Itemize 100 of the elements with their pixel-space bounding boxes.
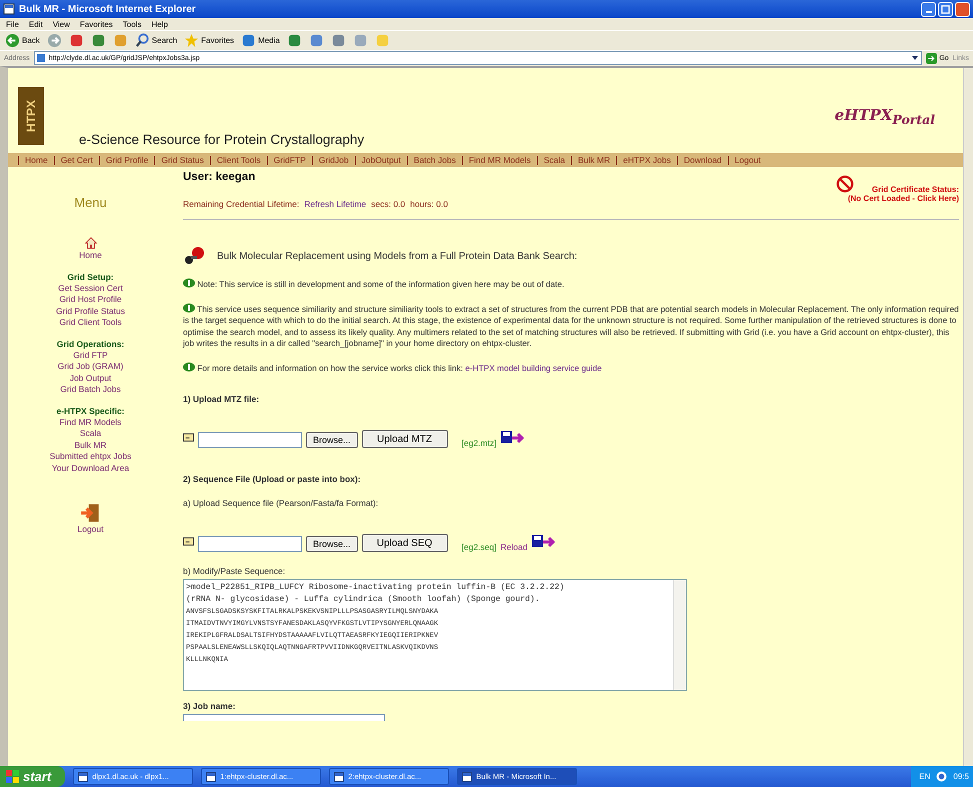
window-icon	[78, 772, 88, 782]
sidebar-link[interactable]: Scala	[80, 428, 102, 440]
sidebar-link[interactable]: Logout	[78, 524, 104, 536]
sidebar-link[interactable]: Job Output	[70, 372, 112, 384]
info-icon	[183, 302, 195, 312]
reload-link[interactable]: Reload	[500, 542, 528, 552]
toolbar-icon	[374, 33, 390, 48]
door-icon[interactable]	[80, 502, 102, 524]
menu-item[interactable]: Edit	[28, 20, 43, 28]
menu-item[interactable]: Tools	[122, 20, 142, 28]
menu-item[interactable]: File	[6, 20, 19, 28]
nav-link[interactable]: Client Tools	[216, 155, 261, 165]
window-title: Bulk MR - Microsoft Internet Explorer	[19, 4, 197, 14]
job-name-field[interactable]	[183, 714, 385, 721]
menu-item[interactable]: View	[52, 20, 70, 28]
windows-logo-icon	[6, 770, 19, 783]
toolbar-icon	[112, 33, 128, 48]
sidebar-link[interactable]: Grid Profile Status	[56, 306, 125, 317]
seconds-value: secs: 0.0	[371, 199, 406, 209]
maximize-icon	[941, 4, 950, 14]
nav-link[interactable]: Grid Profile	[106, 155, 148, 165]
sidebar-link[interactable]: Get Session Cert	[58, 282, 123, 294]
search-button[interactable]: Search	[134, 33, 178, 48]
menu-item[interactable]: Favorites	[80, 20, 113, 28]
window-icon	[206, 772, 216, 782]
toolbar-icon	[68, 33, 84, 48]
sidebar-link[interactable]: Grid FTP	[73, 350, 108, 361]
start-button[interactable]: start	[0, 766, 66, 787]
hours-value: hours: 0.0	[410, 199, 448, 209]
section-heading: 2) Sequence File (Upload or paste into box):	[183, 474, 362, 484]
disk-arrow-icon[interactable]	[531, 534, 556, 550]
favorites-button[interactable]: Favorites	[183, 33, 236, 48]
maximize-button[interactable]	[938, 2, 953, 16]
nav-link[interactable]: eHTPX Jobs	[623, 155, 671, 165]
minimize-icon	[926, 11, 932, 13]
sidebar-link[interactable]: Your Download Area	[52, 462, 130, 474]
paste-label: b) Modify/Paste Sequence:	[183, 566, 286, 576]
sidebar-link[interactable]: Submitted ehtpx Jobs	[50, 451, 132, 462]
house-icon[interactable]	[84, 236, 98, 250]
nav-link[interactable]: Home	[25, 155, 48, 165]
back-button[interactable]: Back	[4, 33, 41, 48]
window-icon	[334, 772, 344, 782]
example-link[interactable]: [eg2.seq]	[462, 542, 496, 552]
section-heading: 1) Upload MTZ file:	[183, 394, 260, 404]
section-heading: 3) Job name:	[183, 701, 236, 711]
info-note: Note: This service is still in development and some of the information given here may be out of date.	[183, 278, 959, 290]
close-button[interactable]	[955, 2, 970, 16]
sequence-line: >model_P22851_RIPB_LUFCY Ribosome-inactivating protein luffin-B (EC 3.2.2.22)	[186, 582, 566, 594]
htpx-logo: HTPX	[18, 87, 44, 145]
file-path-field[interactable]	[198, 432, 302, 448]
sidebar-link[interactable]: Grid Client Tools	[59, 317, 122, 328]
nav-link[interactable]: Bulk MR	[578, 155, 610, 165]
nav-link[interactable]: GridFTP	[274, 155, 306, 165]
sidebar-heading: Grid Setup:	[67, 270, 114, 282]
scrollbar[interactable]	[673, 580, 686, 690]
nav-link[interactable]: Download	[684, 155, 722, 165]
toolbar-icon	[286, 33, 302, 48]
forward-button[interactable]	[46, 33, 63, 48]
sidebar-link[interactable]: Home	[79, 250, 102, 262]
clock: 09:5	[953, 772, 969, 781]
info-note: This service uses sequence similiarity and structure similiarity tools to extract a set of structures from the current PDB that are potential search models in Molecular Replacement. The only information required is the target sequence with which to do the initial search. At this stage, the existence of experimental data for the unknown structure is not required. Some further manipulation of the retrieved structures is done to optimise the search model, and to assess its likely quality. Any multimers related to the set of matching structures will also be retrieved. If submitting with Grid (i.e. you have a Grid account on ehtpx-cluster), this job writes the results in a dir called "search_[jobname]" in your home directory on ehtpx-cluster.	[183, 302, 959, 350]
info-note: For more details and information on how the service works click this link: e-HTPX model building service guide	[183, 362, 959, 374]
nav-link[interactable]: Scala	[544, 155, 565, 165]
info-icon	[183, 362, 195, 372]
upload-mtz-button[interactable]: Upload MTZ	[362, 430, 448, 448]
nav-link[interactable]: GridJob	[318, 155, 349, 165]
portal-logo: eHTPX$_{Portal}$	[834, 106, 935, 127]
refresh-link[interactable]: Refresh Lifetime	[304, 199, 366, 209]
sidebar-link[interactable]: Find MR Models	[60, 416, 122, 428]
credential-label: Remaining Credential Lifetime:	[183, 199, 300, 209]
browse-button[interactable]: Browse...	[306, 536, 358, 552]
minimize-button[interactable]	[921, 2, 936, 16]
nav-link[interactable]: Find MR Models	[468, 155, 531, 165]
nav-link[interactable]: Get Cert	[60, 155, 93, 165]
example-link[interactable]: [eg2.mtz]	[462, 438, 496, 448]
file-path-field[interactable]	[198, 536, 302, 552]
tray-icon[interactable]	[936, 771, 948, 782]
arrow-icon	[926, 52, 938, 64]
star-icon	[184, 33, 200, 48]
menu-item[interactable]: Help	[151, 20, 168, 28]
media-button[interactable]: Media	[240, 33, 281, 48]
sidebar-heading: Grid Operations:	[56, 338, 124, 350]
sequence-field[interactable]	[183, 579, 687, 691]
sidebar-link[interactable]: Grid Host Profile	[59, 294, 122, 306]
toolbar-icon	[330, 33, 346, 48]
nav-link[interactable]: Batch Jobs	[414, 155, 456, 165]
toolbar-icon	[90, 33, 106, 48]
nav-link[interactable]: JobOutput	[362, 155, 401, 165]
sidebar-link[interactable]: Bulk MR	[74, 440, 107, 451]
sequence-line: (rRNA N- glycosidase) - Luffa cylindrica (Smooth loofah) (Sponge gourd).	[186, 594, 541, 606]
browse-button[interactable]: Browse...	[306, 432, 358, 448]
nav-link[interactable]: Grid Status	[161, 155, 204, 165]
sidebar-link[interactable]: Grid Job (GRAM)	[58, 361, 124, 372]
upload-seq-button[interactable]: Upload SEQ	[362, 534, 448, 552]
sidebar-link[interactable]: Grid Batch Jobs	[60, 384, 121, 396]
user-name: User: keegan	[183, 171, 256, 183]
disk-arrow-icon[interactable]	[500, 430, 524, 446]
guide-link[interactable]: e-HTPX model building service guide	[465, 362, 602, 372]
nav-link[interactable]: Logout	[734, 155, 761, 165]
certificate-status-link[interactable]: (No Cert Loaded - Click Here)	[848, 194, 959, 203]
